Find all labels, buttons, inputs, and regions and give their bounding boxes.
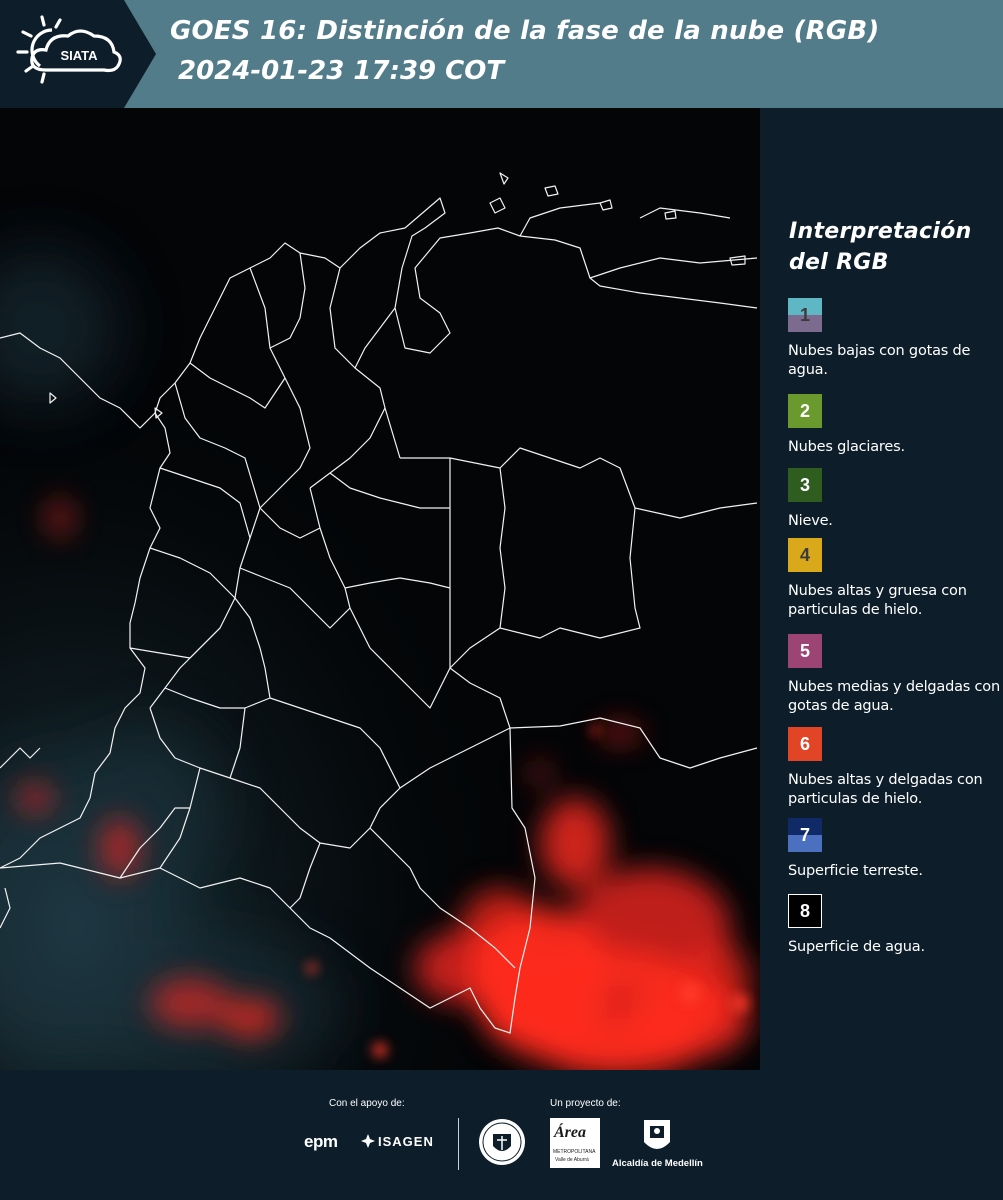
epm-logo: epm	[304, 1132, 338, 1151]
page-title: GOES 16: Distinción de la fase de la nub…	[170, 16, 880, 46]
legend-label-6: Nubes altas y delgadas con particulas de…	[788, 772, 983, 807]
legend-label-5: Nubes medias y delgadas con gotas de agu…	[788, 679, 1000, 714]
siata-logo-text: SIATA	[60, 48, 98, 63]
legend-swatch-7: 7	[788, 818, 822, 852]
isagen-logo: ISAGEN	[378, 1134, 434, 1149]
satellite-map	[0, 108, 760, 1070]
legend-swatch-4: 4	[788, 538, 822, 572]
legend-swatch-6: 6	[788, 727, 822, 761]
legend-swatch-2: 2	[788, 394, 822, 428]
support-label: Con el apoyo de:	[329, 1098, 405, 1109]
alcaldia-shield-icon	[642, 1118, 672, 1156]
area-metropolitana-logo: Área METROPOLITANA Valle de Aburrá	[550, 1118, 600, 1168]
alcaldia-label: Alcaldía de Medellín	[612, 1158, 703, 1169]
legend-label-2: Nubes glaciares.	[788, 439, 905, 455]
project-label: Un proyecto de:	[550, 1098, 621, 1109]
legend-panel: Interpretación del RGB 1 Nubes bajas con…	[760, 108, 1003, 1070]
legend-label-8: Superficie de agua.	[788, 939, 925, 955]
isagen-logo-icon	[360, 1133, 376, 1149]
header-bar: SIATA GOES 16: Distinción de la fase de …	[0, 0, 1003, 108]
legend-swatch-1: 1	[788, 298, 822, 332]
footer: Con el apoyo de: Un proyecto de: epm ISA…	[0, 1070, 1003, 1200]
siata-logo: SIATA	[0, 0, 156, 108]
legend-label-7: Superficie terreste.	[788, 863, 923, 879]
university-seal-icon	[477, 1116, 527, 1168]
legend-swatch-8: 8	[788, 894, 822, 928]
legend-title: Interpretación del RGB	[789, 219, 972, 275]
legend-label-1: Nubes bajas con gotas de agua.	[788, 343, 971, 378]
legend-swatch-5: 5	[788, 634, 822, 668]
page-timestamp: 2024-01-23 17:39 COT	[178, 56, 505, 86]
legend-swatch-3: 3	[788, 468, 822, 502]
legend-label-4: Nubes altas y gruesa con particulas de h…	[788, 583, 967, 618]
legend-label-3: Nieve.	[788, 513, 833, 529]
footer-divider	[458, 1118, 459, 1170]
